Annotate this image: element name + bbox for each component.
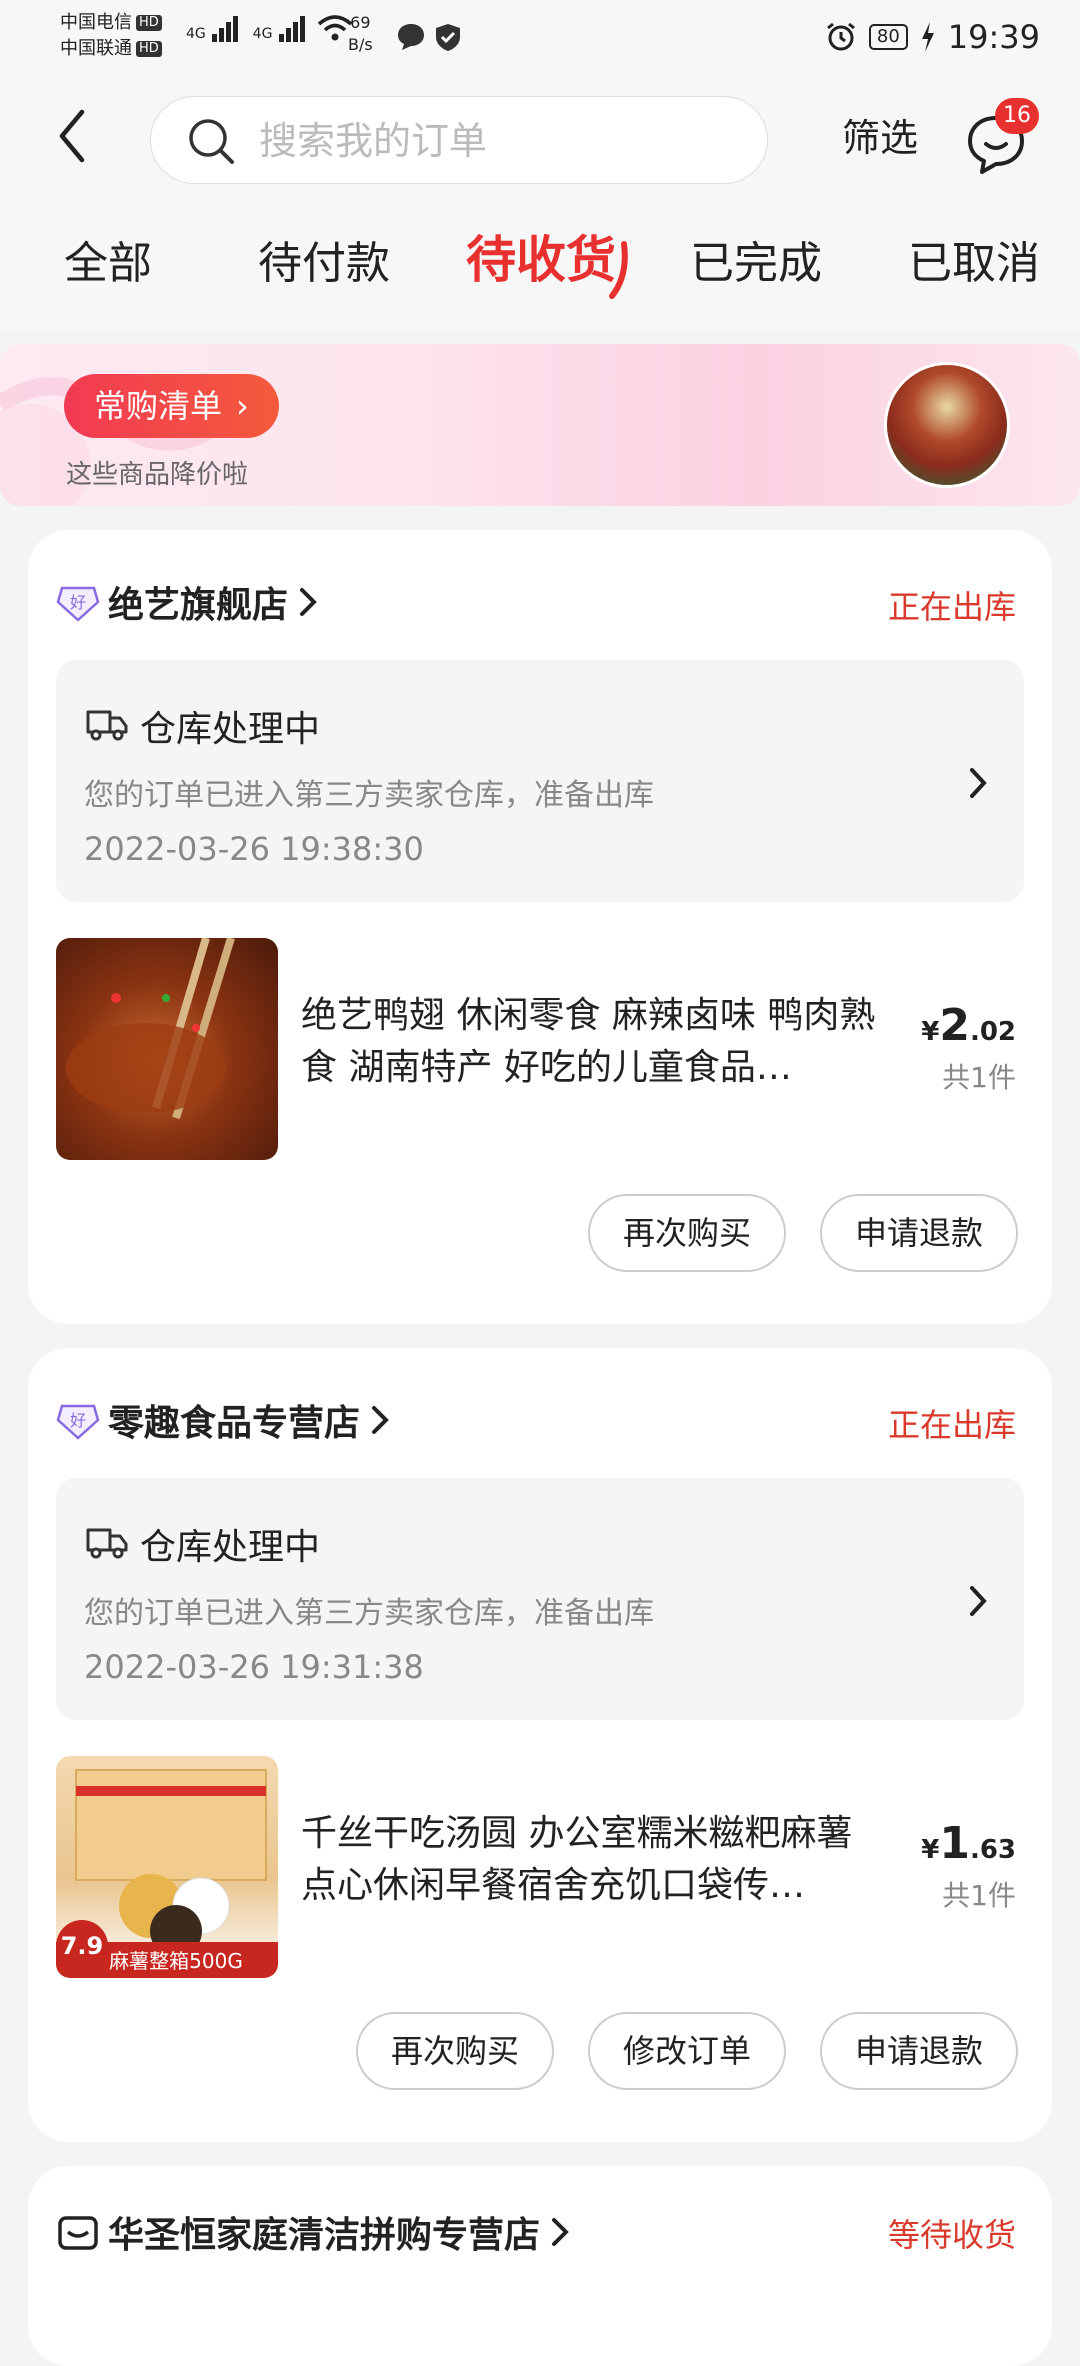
request-refund-button[interactable]: 申请退款 (820, 2012, 1018, 2090)
shop-link[interactable]: 华圣恒家庭清洁拼购专营店 (56, 2204, 570, 2260)
shop-name: 零趣食品专营店 (108, 1403, 361, 1444)
product-quantity: 共1件 (942, 1879, 1016, 1912)
chevron-right-icon (372, 1406, 389, 1434)
good-shop-icon: 好 (56, 586, 100, 622)
carrier-info: 中国电信 HD 中国联通 HD (60, 10, 162, 62)
tab-cancelled[interactable]: 已取消 (908, 236, 1040, 292)
shop-icon (58, 2216, 98, 2250)
product-price: ¥1.63 (921, 1818, 1016, 1869)
shipment-title: 仓库处理中 (140, 709, 321, 750)
chat-bubble-icon (398, 24, 424, 50)
shipment-time: 2022-03-26 19:31:38 (84, 1648, 424, 1686)
network-type: 4G (186, 26, 206, 42)
network-type: 4G (252, 26, 273, 42)
chevron-right-icon (552, 2218, 569, 2246)
network-speed: 69 B/s (348, 13, 373, 54)
battery-level: 80 (868, 24, 908, 50)
search-icon (189, 119, 234, 164)
carrier-2: 中国联通 (60, 38, 132, 59)
truck-icon (86, 1528, 128, 1559)
tab-completed[interactable]: 已完成 (690, 236, 822, 292)
buy-again-button[interactable]: 再次购买 (356, 2012, 554, 2090)
shipment-title: 仓库处理中 (140, 1527, 321, 1568)
request-refund-button[interactable]: 申请退款 (820, 1194, 1018, 1272)
tab-all[interactable]: 全部 (64, 236, 152, 292)
order-card: 华圣恒家庭清洁拼购专营店 等待收货 (28, 2166, 1052, 2366)
chevron-right-icon (300, 588, 317, 616)
signal-indicators: 4G 4G (186, 14, 353, 42)
shipment-description: 您的订单已进入第三方卖家仓库，准备出库 (84, 778, 654, 813)
shop-link[interactable]: 好 零趣食品专营店 (56, 1392, 390, 1448)
svg-text:好: 好 (70, 593, 86, 612)
chevron-right-icon: › (236, 387, 249, 425)
order-card: 好 零趣食品专营店 正在出库 仓库处理中 您的订单已进入第三方卖家仓库，准备出库… (28, 1348, 1052, 2142)
svg-text:麻薯整箱500G: 麻薯整箱500G (109, 1949, 243, 1973)
status-right: 80 19:39 (825, 18, 1040, 56)
signal-icon (212, 16, 240, 42)
order-card: 好 绝艺旗舰店 正在出库 仓库处理中 您的订单已进入第三方卖家仓库，准备出库 2… (28, 530, 1052, 1324)
tab-pending-receipt[interactable]: 待收货 (466, 232, 616, 288)
svg-text:7.9: 7.9 (61, 1932, 104, 1960)
product-quantity: 共1件 (942, 1061, 1016, 1094)
shipment-description: 您的订单已进入第三方卖家仓库，准备出库 (84, 1596, 654, 1631)
product-thumbnail[interactable] (56, 938, 278, 1160)
product-price: ¥2.02 (921, 1000, 1016, 1051)
order-status: 等待收货 (887, 2216, 1016, 2254)
product-name[interactable]: 绝艺鸭翅 休闲零食 麻辣卤味 鸭肉熟食 湖南特产 好吃的儿童食品… (301, 990, 881, 1094)
modify-order-button[interactable]: 修改订单 (588, 2012, 786, 2090)
shop-name: 绝艺旗舰店 (108, 585, 289, 626)
product-name[interactable]: 千丝干吃汤圆 办公室糯米糍粑麻薯点心休闲早餐宿舍充饥口袋传… (301, 1808, 881, 1912)
shop-name: 华圣恒家庭清洁拼购专营店 (108, 2215, 541, 2256)
good-shop-icon: 好 (56, 1404, 100, 1440)
tab-pending-payment[interactable]: 待付款 (258, 236, 390, 292)
status-bar: 中国电信 HD 中国联通 HD 4G 4G 69 B/s 80 19:39 (0, 0, 1080, 80)
product-thumbnail[interactable]: 麻薯整箱500G 7.9 (56, 1756, 278, 1978)
shipment-time: 2022-03-26 19:38:30 (84, 830, 424, 868)
shop-link[interactable]: 好 绝艺旗舰店 (56, 574, 318, 630)
chevron-right-icon (970, 768, 987, 798)
carrier-1: 中国电信 (60, 12, 132, 33)
order-status: 正在出库 (887, 588, 1016, 626)
shield-icon (436, 24, 460, 51)
clock-time: 19:39 (947, 18, 1040, 56)
svg-text:好: 好 (70, 1411, 86, 1430)
message-badge: 16 (995, 98, 1039, 134)
order-status: 正在出库 (887, 1406, 1016, 1444)
buy-again-button[interactable]: 再次购买 (588, 1194, 786, 1272)
charging-icon (921, 22, 934, 52)
back-arrow-icon[interactable] (52, 108, 96, 164)
frequent-list-button[interactable]: 常购清单 › (64, 374, 279, 438)
promo-subtitle: 这些商品降价啦 (66, 460, 249, 490)
promo-product-image[interactable] (884, 362, 1010, 488)
hd-badge: HD (136, 41, 162, 57)
hd-badge: HD (136, 15, 162, 31)
promo-banner[interactable]: 常购清单 › 这些商品降价啦 (0, 344, 1080, 506)
top-header: 搜索我的订单 筛选 16 (0, 80, 1080, 200)
search-bar[interactable]: 搜索我的订单 (150, 96, 768, 184)
alarm-icon (826, 22, 855, 51)
truck-icon (86, 710, 128, 741)
order-tabs: 全部 待付款 待收货 已完成 已取消 (0, 200, 1080, 330)
shipment-info[interactable]: 仓库处理中 您的订单已进入第三方卖家仓库，准备出库 2022-03-26 19:… (56, 1478, 1024, 1720)
filter-button[interactable]: 筛选 (842, 116, 918, 160)
mochi-box-image: 麻薯整箱500G7.9 (56, 1769, 278, 1978)
duck-wing-image (66, 938, 235, 1120)
chevron-right-icon (970, 1586, 987, 1616)
signal-icon (278, 16, 307, 42)
active-tab-indicator (609, 241, 628, 299)
shipment-info[interactable]: 仓库处理中 您的订单已进入第三方卖家仓库，准备出库 2022-03-26 19:… (56, 660, 1024, 902)
search-input[interactable]: 搜索我的订单 (259, 119, 487, 163)
